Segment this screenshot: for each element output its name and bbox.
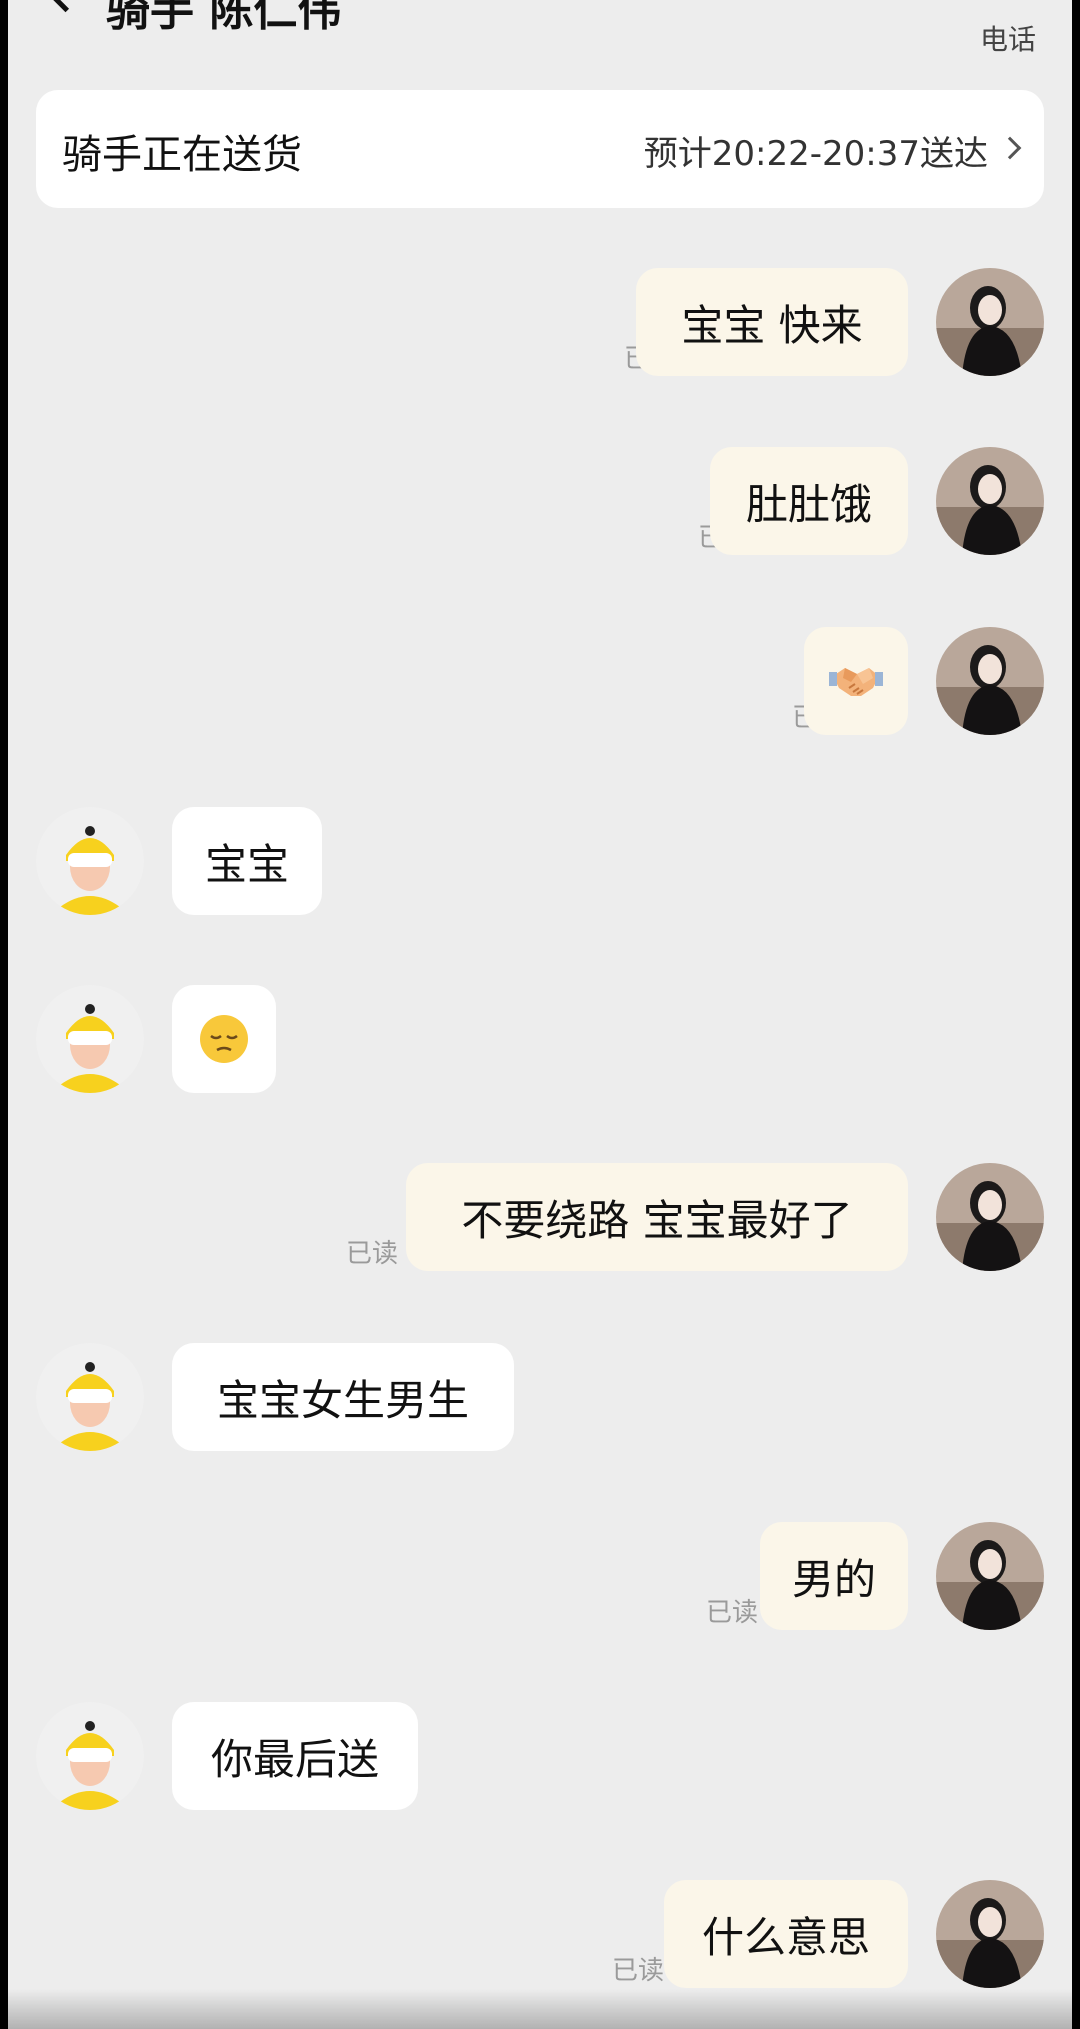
handshake-emoji <box>829 668 883 696</box>
message-row: 已读 肚肚饿 <box>0 447 1080 557</box>
pensive-face-emoji <box>200 1015 248 1063</box>
back-arrow-icon[interactable] <box>40 0 91 13</box>
incoming-emoji-bubble[interactable] <box>172 985 276 1093</box>
screen-edge-right <box>1072 0 1080 2029</box>
rider-avatar[interactable] <box>36 985 144 1093</box>
chat-title: 骑手 陈仁伟 <box>106 0 342 36</box>
message-row: 已读 宝宝 快来 <box>0 268 1080 378</box>
incoming-message-bubble[interactable]: 宝宝 <box>172 807 322 915</box>
bottom-fade <box>0 1989 1080 2029</box>
outgoing-message-bubble[interactable]: 什么意思 <box>664 1880 908 1988</box>
message-row: 宝宝 <box>0 807 1080 917</box>
user-avatar[interactable] <box>936 447 1044 555</box>
outgoing-message-bubble[interactable]: 不要绕路 宝宝最好了 <box>406 1163 908 1271</box>
read-receipt: 已读 <box>611 1956 664 1986</box>
outgoing-message-bubble[interactable]: 肚肚饿 <box>710 447 908 555</box>
message-row: 宝宝女生男生 <box>0 1343 1080 1453</box>
delivery-status-text: 骑手正在送货 <box>62 132 302 178</box>
outgoing-message-bubble[interactable]: 男的 <box>760 1522 908 1630</box>
incoming-message-bubble[interactable]: 你最后送 <box>172 1702 418 1810</box>
chat-header: 骑手 陈仁伟 电话 <box>0 0 1080 80</box>
message-row: 已读 不要绕路 宝宝最好了 <box>0 1163 1080 1273</box>
delivery-eta: 预计20:22-20:37送达 <box>643 134 988 174</box>
rider-avatar[interactable] <box>36 1343 144 1451</box>
rider-avatar[interactable] <box>36 807 144 915</box>
user-avatar[interactable] <box>936 268 1044 376</box>
message-row: 已读 <box>0 627 1080 737</box>
user-avatar[interactable] <box>936 1880 1044 1988</box>
read-receipt: 已读 <box>705 1598 758 1628</box>
user-avatar[interactable] <box>936 627 1044 735</box>
message-row: 已读 什么意思 <box>0 1880 1080 1990</box>
rider-avatar[interactable] <box>36 1702 144 1810</box>
read-receipt: 已读 <box>345 1239 398 1269</box>
user-avatar[interactable] <box>936 1163 1044 1271</box>
call-button[interactable]: 电话 <box>980 18 1036 58</box>
outgoing-message-bubble[interactable]: 宝宝 快来 <box>636 268 908 376</box>
message-row: 你最后送 <box>0 1702 1080 1812</box>
message-row <box>0 985 1080 1095</box>
screen-edge-left <box>0 0 8 2029</box>
outgoing-emoji-bubble[interactable] <box>804 627 908 735</box>
message-row: 已读 男的 <box>0 1522 1080 1632</box>
chevron-right-icon <box>998 136 1022 160</box>
delivery-status-card[interactable]: 骑手正在送货 预计20:22-20:37送达 <box>36 90 1044 208</box>
user-avatar[interactable] <box>936 1522 1044 1630</box>
incoming-message-bubble[interactable]: 宝宝女生男生 <box>172 1343 514 1451</box>
chat-screen: 骑手 陈仁伟 电话 骑手正在送货 预计20:22-20:37送达 已读 宝宝 快… <box>0 0 1080 2029</box>
